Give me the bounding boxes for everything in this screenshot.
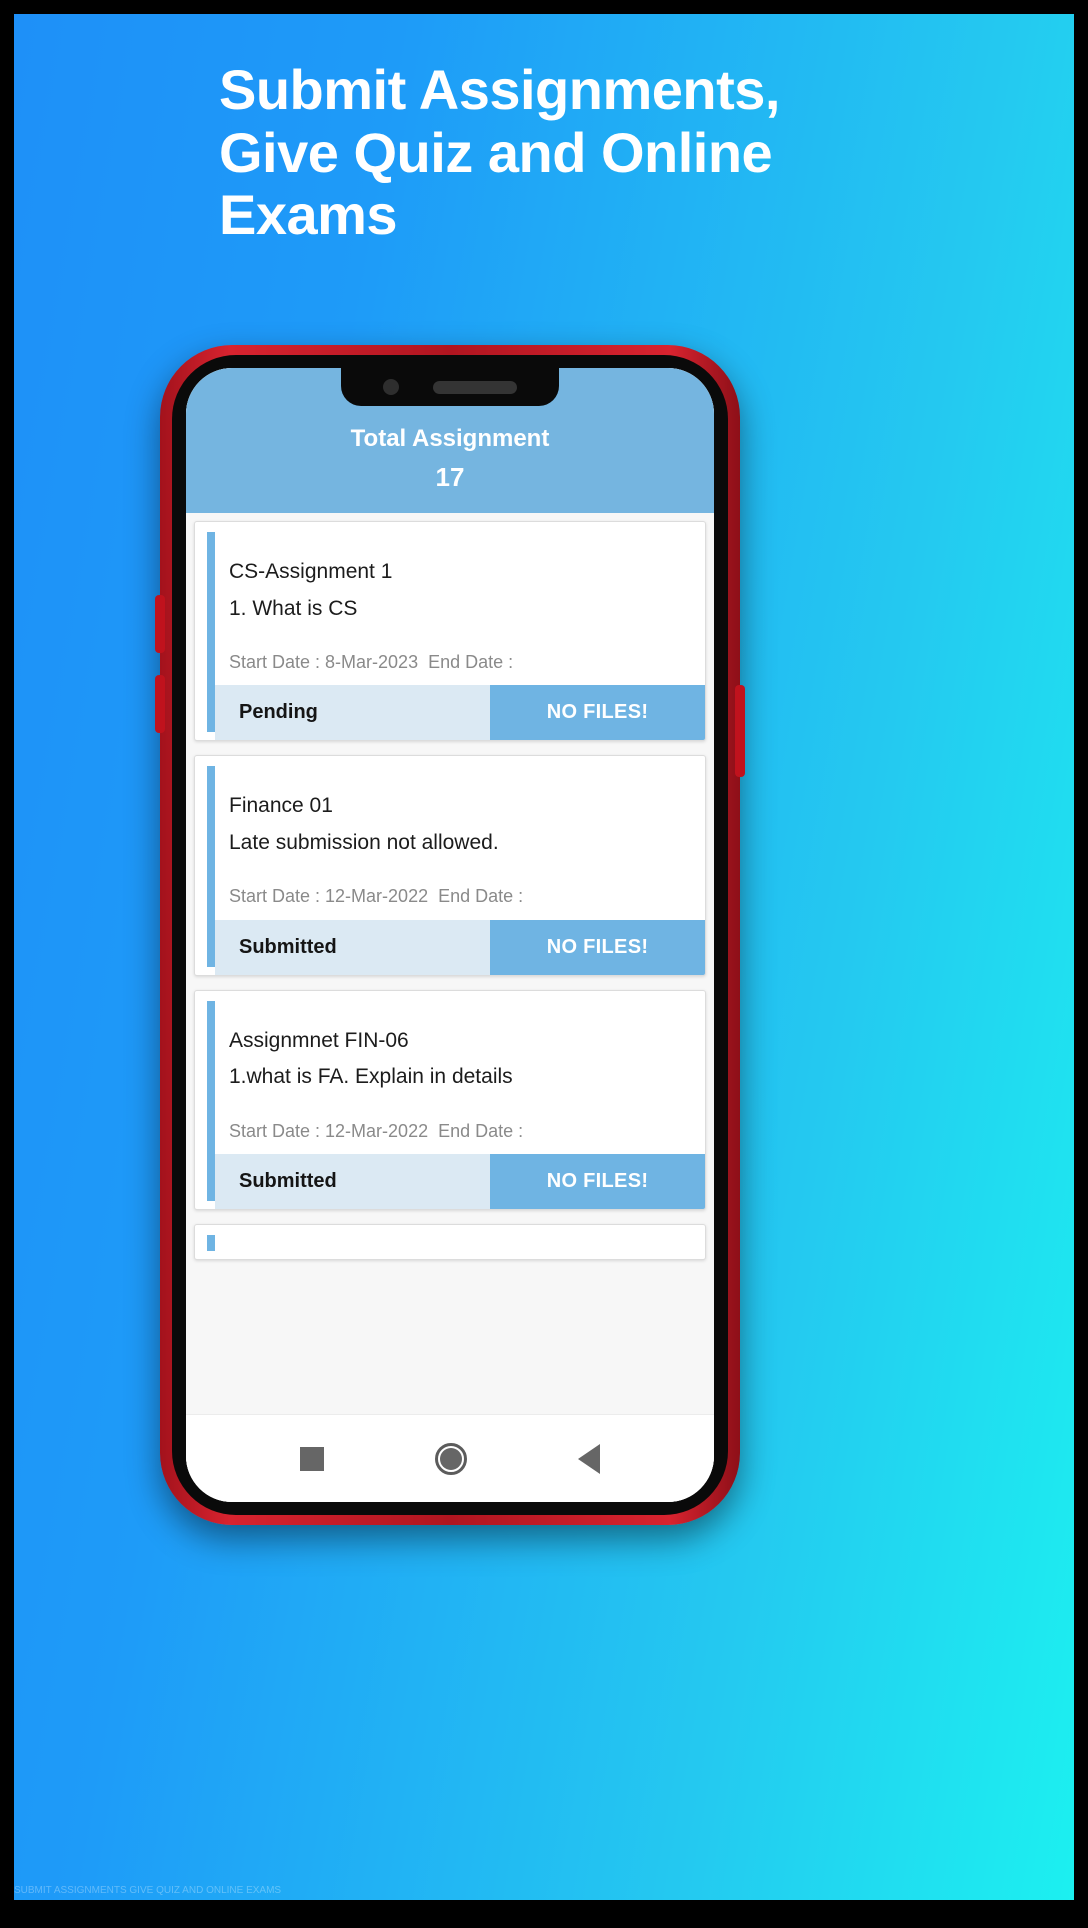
app-header-count: 17 (435, 462, 465, 492)
app-header-title: Total Assignment (350, 425, 550, 452)
assignment-dates: Start Date : 8-Mar-2023 End Date : (229, 652, 514, 673)
assignment-card[interactable]: CS-Assignment 1 1. What is CS Start Date… (194, 521, 706, 742)
card-accent-bar (207, 766, 215, 967)
card-accent-bar (207, 1000, 215, 1201)
assignment-list[interactable]: CS-Assignment 1 1. What is CS Start Date… (186, 513, 714, 1414)
home-icon[interactable] (434, 1442, 467, 1475)
earpiece-speaker-icon (433, 380, 517, 394)
no-files-button[interactable]: NO FILES! (490, 919, 705, 975)
headline-line-1: Submit Assignments, (219, 58, 780, 121)
assignment-dates: Start Date : 12-Mar-2022 End Date : (229, 886, 524, 907)
phone-mockup: Total Assignment 17 CS-Assignment 1 1. W… (155, 345, 745, 1525)
assignment-card[interactable]: Assignmnet FIN-06 1.what is FA. Explain … (194, 989, 706, 1210)
phone-volume-up-button[interactable] (155, 595, 165, 653)
front-camera-icon (383, 379, 399, 395)
back-icon[interactable] (578, 1443, 601, 1474)
card-accent-bar (207, 532, 215, 733)
assignment-dates: Start Date : 12-Mar-2022 End Date : (229, 1120, 524, 1141)
promo-banner: Submit Assignments, Give Quiz and Online… (14, 14, 1074, 1900)
android-navigation-bar (186, 1414, 714, 1502)
assignment-description: 1.what is FA. Explain in details (229, 1065, 513, 1089)
card-accent-bar (207, 1234, 215, 1251)
assignment-card-footer: Submitted NO FILES! (215, 1153, 705, 1209)
assignment-card-footer: Pending NO FILES! (215, 685, 705, 741)
headline-line-2: Give Quiz and Online (219, 120, 773, 184)
assignment-description: Late submission not allowed. (229, 830, 499, 854)
phone-volume-down-button[interactable] (155, 675, 165, 733)
recent-apps-icon[interactable] (299, 1446, 324, 1471)
watermark-text: SUBMIT ASSIGNMENTS GIVE QUIZ AND ONLINE … (14, 1885, 282, 1896)
headline-line-3: Exams (219, 183, 398, 247)
assignment-title: CS-Assignment 1 (229, 560, 393, 584)
assignment-title: Finance 01 (229, 794, 333, 818)
phone-power-button[interactable] (735, 685, 745, 777)
no-files-button[interactable]: NO FILES! (490, 685, 705, 741)
status-badge: Submitted (215, 919, 490, 975)
assignment-card[interactable]: Finance 01 Late submission not allowed. … (194, 755, 706, 976)
assignment-title: Assignmnet FIN-06 (229, 1028, 409, 1052)
no-files-button[interactable]: NO FILES! (490, 1153, 705, 1209)
status-badge: Submitted (215, 1153, 490, 1209)
assignment-description: 1. What is CS (229, 596, 358, 620)
assignment-card-footer: Submitted NO FILES! (215, 919, 705, 975)
assignments-app: Total Assignment 17 CS-Assignment 1 1. W… (186, 368, 714, 1502)
page-title: Submit Assignments, Give Quiz and Online… (219, 58, 979, 247)
status-badge: Pending (215, 685, 490, 741)
phone-screen: Total Assignment 17 CS-Assignment 1 1. W… (186, 368, 714, 1502)
assignment-card-partial[interactable] (194, 1223, 706, 1260)
phone-notch (341, 368, 559, 406)
